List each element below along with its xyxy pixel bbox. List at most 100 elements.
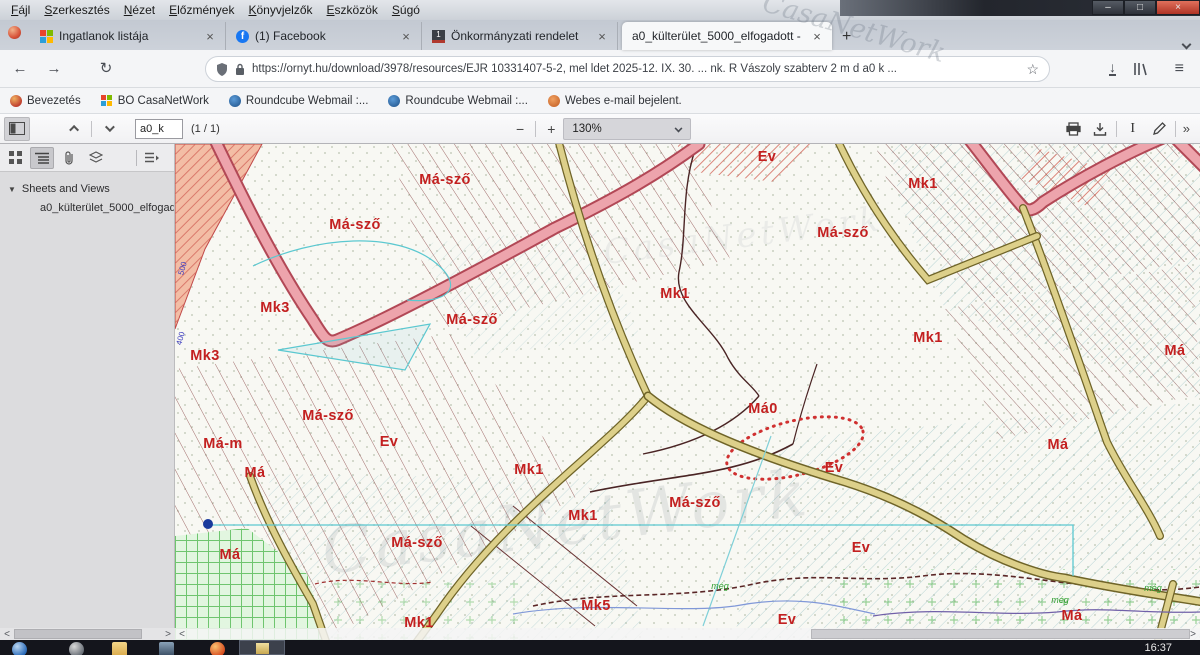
menu-edit[interactable]: Szerkesztés (37, 1, 116, 19)
scrollbar-thumb[interactable] (811, 629, 1190, 639)
active-app-icon (256, 643, 269, 654)
maximize-button[interactable]: □ (1124, 0, 1156, 15)
bookmark-casanetwork[interactable]: BO CasaNetWork (101, 95, 209, 107)
layers-view-icon[interactable] (84, 147, 108, 169)
main-horizontal-scrollbar[interactable]: < > (175, 628, 1200, 640)
zoom-out-button[interactable]: − (508, 121, 532, 137)
menu-file[interactable]: Fájl (4, 1, 37, 19)
firefox-icon (10, 95, 22, 107)
zoning-map[interactable]: CasaNetWork CasaNetWork (175, 144, 1200, 640)
downloads-icon[interactable]: ↓ (1109, 61, 1116, 76)
sidebar-toggle-button[interactable] (4, 117, 30, 141)
decree-favicon: 1 (432, 30, 445, 43)
tab-close-icon[interactable]: × (399, 29, 413, 44)
tree-expander-icon[interactable]: ▼ (8, 185, 16, 194)
sidebar-horizontal-scrollbar[interactable]: < > (0, 628, 175, 640)
bookmark-star-icon[interactable]: ☆ (1026, 61, 1039, 78)
active-app-button[interactable] (239, 640, 285, 655)
windows-taskbar: 16:37 (0, 640, 1200, 655)
new-tab-button[interactable]: + (832, 28, 861, 50)
bookmark-label: BO CasaNetWork (118, 95, 209, 107)
tab-ingatlanok[interactable]: Ingatlanok listája × (30, 22, 226, 50)
tab-facebook[interactable]: f (1) Facebook × (226, 22, 422, 50)
freetext-tool-button[interactable]: I (1120, 117, 1146, 141)
back-button[interactable]: ← (6, 56, 34, 82)
more-tools-button[interactable]: » (1179, 121, 1194, 136)
tab-label: Ingatlanok listája (59, 29, 197, 43)
taskbar-app-icon[interactable] (159, 642, 174, 655)
scroll-left-icon[interactable]: < (0, 629, 14, 640)
menu-bookmarks[interactable]: Könyvjelzők (241, 1, 319, 19)
file-explorer-icon[interactable] (112, 642, 127, 655)
previous-page-button[interactable] (62, 117, 88, 141)
bookmark-label: Webes e-mail bejelent. (565, 95, 682, 107)
menu-help[interactable]: Súgó (385, 1, 427, 19)
attachments-view-icon[interactable] (57, 147, 81, 169)
zone-label: Má (1062, 608, 1083, 624)
taskbar-clock: 16:37 (1144, 642, 1172, 654)
scroll-right-icon[interactable]: > (1186, 629, 1200, 640)
zone-label: Má-sző (446, 312, 498, 328)
draw-tool-button[interactable] (1146, 117, 1172, 141)
tab-list-chevron-icon[interactable] (1183, 35, 1192, 44)
menu-history[interactable]: Előzmények (162, 1, 241, 19)
menu-view[interactable]: Nézet (117, 1, 162, 19)
close-button[interactable]: × (1156, 0, 1200, 15)
firefox-logo-icon (8, 26, 21, 39)
bookmark-label: Bevezetés (27, 95, 81, 107)
zoom-level-select[interactable]: 130% (563, 118, 691, 140)
taskbar-app-icon[interactable] (69, 642, 84, 655)
outline-view-icon[interactable] (30, 147, 54, 169)
scrollbar-thumb[interactable] (14, 629, 142, 639)
zone-label: Má (245, 465, 266, 481)
shield-icon (216, 63, 228, 76)
zone-label: Má (1048, 437, 1069, 453)
green-note-label: még (711, 581, 729, 591)
print-button[interactable] (1061, 117, 1087, 141)
zone-label: Ev (778, 612, 797, 628)
menu-tools[interactable]: Eszközök (320, 1, 385, 19)
tree-root-label: Sheets and Views (22, 183, 110, 195)
zone-label: Ev (380, 434, 399, 450)
tree-item-a0-sheet[interactable]: a0_külterület_5000_elfogad (0, 198, 175, 217)
hamburger-menu-icon[interactable]: ≡ (1175, 60, 1184, 78)
zone-label: Má-sző (302, 408, 354, 424)
tab-close-icon[interactable]: × (595, 29, 609, 44)
bookmark-bevezetes[interactable]: Bevezetés (10, 95, 81, 107)
minimize-button[interactable]: – (1092, 0, 1124, 15)
tab-close-icon[interactable]: × (810, 29, 824, 44)
tab-label: (1) Facebook (255, 29, 393, 43)
zone-label: Ev (825, 460, 844, 476)
current-outline-item-icon[interactable] (140, 147, 164, 169)
green-note-label: még (1051, 595, 1069, 605)
library-icon[interactable] (1133, 62, 1148, 76)
webmail-icon (548, 95, 560, 107)
pdf-sidebar: ▼ Sheets and Views a0_külterület_5000_el… (0, 144, 175, 640)
firefox-taskbar-icon[interactable] (210, 642, 225, 655)
zoom-in-button[interactable]: + (539, 121, 563, 137)
zone-label: Má-sző (669, 495, 721, 511)
zone-label: Mk1 (908, 176, 937, 192)
url-field[interactable]: https://ornyt.hu/download/3978/resources… (205, 56, 1050, 82)
pdf-toolbar: (1 / 1) − + 130% I » (0, 114, 1200, 144)
tab-pdf-active[interactable]: a0_külterület_5000_elfogadott - Elf × (622, 22, 832, 50)
next-page-button[interactable] (95, 117, 121, 141)
page-number-input[interactable] (135, 119, 183, 139)
tree-root-sheets-and-views[interactable]: ▼ Sheets and Views (0, 180, 175, 198)
scroll-left-icon[interactable]: < (175, 629, 189, 640)
tab-rendelet[interactable]: 1 Önkormányzati rendelet × (422, 22, 618, 50)
zone-label: Mk3 (260, 300, 289, 316)
zone-label: Ev (758, 149, 777, 165)
bookmark-roundcube-1[interactable]: Roundcube Webmail :... (229, 95, 369, 107)
reload-button[interactable]: ↻ (92, 56, 120, 82)
bookmark-roundcube-2[interactable]: Roundcube Webmail :... (388, 95, 528, 107)
thumbnails-view-icon[interactable] (3, 147, 27, 169)
save-button[interactable] (1087, 117, 1113, 141)
bookmarks-bar: Bevezetés BO CasaNetWork Roundcube Webma… (0, 88, 1200, 114)
zoom-level-value: 130% (572, 123, 601, 135)
bookmark-webmail[interactable]: Webes e-mail bejelent. (548, 95, 682, 107)
start-button-icon[interactable] (12, 642, 27, 655)
tab-close-icon[interactable]: × (203, 29, 217, 44)
scroll-right-icon[interactable]: > (161, 629, 175, 640)
forward-button[interactable]: → (40, 56, 68, 82)
